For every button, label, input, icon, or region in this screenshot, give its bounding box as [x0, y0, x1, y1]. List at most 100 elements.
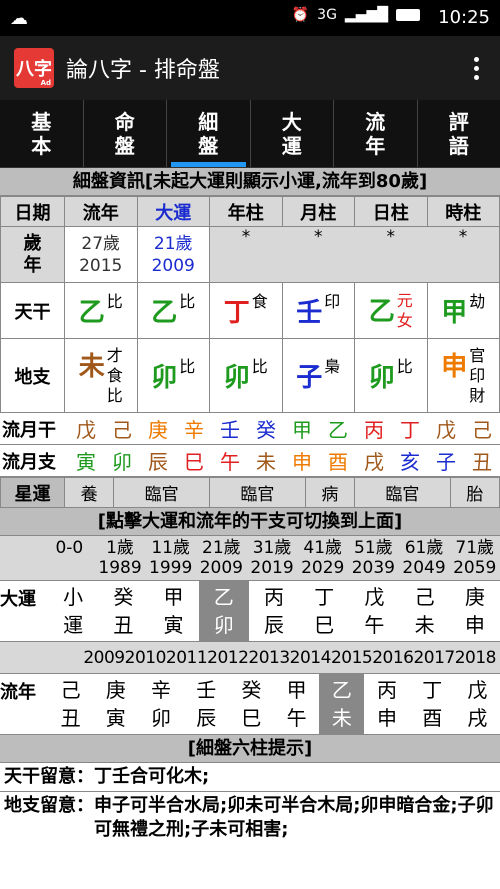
tiangan-tenGod: 食: [251, 292, 268, 311]
col-month: 月柱: [281, 196, 355, 227]
liunian-stem: 己: [60, 678, 81, 702]
dayun-age-cell: 0-0: [44, 536, 95, 580]
liunian-branch: 丑: [60, 706, 81, 730]
tiangan-char: 乙: [78, 298, 105, 328]
tab-bar: 基本 命盤 細盤 大運 流年 評語: [0, 100, 500, 168]
detail-content: 細盤資訊[未起大運則顯示小運,流年到80歲] 日期 流年 大運 年柱 月柱 日柱…: [0, 168, 500, 889]
dayun-year: 2049: [402, 558, 446, 578]
dizhi-cell: 申官 印 財: [426, 338, 500, 413]
liunian-pillar[interactable]: 丙申: [364, 674, 409, 734]
dayun-age-cell: 41歲 2029: [297, 536, 348, 580]
dayun-stem: 庚: [464, 585, 485, 609]
dayun-age-cell: 21歲 2009: [196, 536, 247, 580]
pillar-table: 日期 流年 大運 年柱 月柱 日柱 時柱 歲年 27歲 2015 21歲 2009 …: [0, 196, 500, 413]
col-year: 年柱: [209, 196, 283, 227]
dayun-pillar[interactable]: 丙辰: [249, 581, 299, 641]
dayun-age: 31歲: [252, 538, 292, 558]
app-title: 論八字 - 排命盤: [66, 58, 220, 83]
tab-chart[interactable]: 命盤: [84, 100, 167, 167]
col-hour: 時柱: [426, 196, 500, 227]
xingyun-cell: 病: [304, 477, 355, 508]
xingyun-cell: 胎: [449, 477, 500, 508]
liuyue-zhi-month: 子: [436, 450, 456, 474]
liunian-branch: 午: [286, 706, 307, 730]
liunian-stem: 丁: [422, 678, 443, 702]
liuyue-zhi-row: 流月支 寅卯辰巳午未申酉戌亥子丑: [0, 445, 500, 477]
dayun-stem: 乙: [213, 585, 234, 609]
dayun-stem: 戊: [364, 585, 385, 609]
tab-basic[interactable]: 基本: [0, 100, 84, 167]
xingyun-label: 星運: [0, 477, 65, 508]
liunian-pillar[interactable]: 壬辰: [184, 674, 229, 734]
col-day: 日柱: [354, 196, 428, 227]
dayun-age: 21歲 2009: [136, 226, 210, 283]
dayun-age: 71歲: [455, 538, 495, 558]
dayun-year: 2039: [351, 558, 395, 578]
dayun-age: 21歲: [202, 538, 241, 558]
tiangan-cell: 丁食: [209, 282, 283, 339]
dayun-year: 2009: [199, 558, 243, 578]
tab-detail[interactable]: 細盤: [167, 100, 251, 167]
liunian-pillar[interactable]: 己丑: [48, 674, 93, 734]
dayun-pillar[interactable]: 己未: [400, 581, 450, 641]
tab-dayun[interactable]: 大運: [251, 100, 334, 167]
liuyue-gan-month: 辛: [184, 418, 204, 442]
dayun-pillar[interactable]: 小運: [48, 581, 98, 641]
col-dayun: 大運: [136, 196, 210, 227]
liuyue-gan-label: 流月干: [2, 419, 56, 441]
tiangan-note-text: 丁壬合可化木;: [94, 766, 210, 787]
network-type: 3G: [317, 7, 337, 23]
liuyue-zhi-month: 酉: [328, 450, 348, 474]
dizhi-note: 地支留意： 申子可半合水局;卯未可半合木局;卯申暗合金;子卯可無禮之刑;子未可相害…: [0, 792, 500, 844]
dizhi-tenGod: 梟: [324, 357, 341, 376]
xingyun-cell: 臨官: [353, 477, 451, 508]
dayun-branch: 丑: [113, 613, 134, 637]
dizhi-char: 未: [78, 351, 105, 382]
dayun-pillar[interactable]: 戊午: [349, 581, 399, 641]
tiangan-cell: 乙比: [136, 282, 210, 339]
dayun-year: 2019: [250, 558, 294, 578]
dayun-pillar[interactable]: 乙卯: [198, 581, 249, 641]
dayun-year: 1989: [98, 558, 142, 578]
dayun-age: 11歲: [151, 538, 190, 558]
tiangan-tenGod: 劫: [469, 292, 486, 311]
dayun-pillar[interactable]: 癸丑: [98, 581, 148, 641]
dayun-age-cell: 31歲 2019: [247, 536, 298, 580]
dayun-stem: 癸: [113, 585, 134, 609]
dayun-age-cell: 61歲 2049: [399, 536, 450, 580]
liuyue-gan-month: 丙: [364, 418, 384, 442]
dayun-pillar[interactable]: 甲寅: [148, 581, 198, 641]
dizhi-cell: 卯比: [209, 338, 283, 413]
liunian-pillar[interactable]: 戊戌: [455, 674, 500, 734]
col-liunian: 流年: [64, 196, 138, 227]
dayun-pillar[interactable]: 丁巳: [299, 581, 349, 641]
liunian-pillar[interactable]: 甲午: [274, 674, 319, 734]
dizhi-note-label: 地支留意：: [4, 795, 94, 816]
dayun-branch: 申: [464, 613, 485, 637]
liunian-pillar[interactable]: 乙未: [319, 674, 365, 734]
tiangan-row: 天干 乙比乙比丁食壬印乙元 女甲劫: [0, 282, 500, 339]
liuyue-zhi-month: 丑: [472, 450, 492, 474]
liuyue-zhi-month: 未: [256, 450, 276, 474]
dayun-pillar[interactable]: 庚申: [450, 581, 500, 641]
liunian-pillar[interactable]: 丁酉: [410, 674, 455, 734]
dizhi-tenGod: 比: [396, 357, 413, 376]
dayun-age-cell: 51歲 2039: [348, 536, 399, 580]
dizhi-row: 地支 未才 食 比卯比卯比子梟卯比申官 印 財: [0, 338, 500, 413]
tab-comment[interactable]: 評語: [418, 100, 500, 167]
tab-liunian[interactable]: 流年: [334, 100, 418, 167]
tiangan-cell: 甲劫: [426, 282, 500, 339]
liunian-pillar[interactable]: 庚寅: [93, 674, 138, 734]
overflow-menu-icon[interactable]: [466, 56, 486, 80]
dayun-stem: 丁: [314, 585, 335, 609]
liuyue-gan-row: 流月干 戊己庚辛壬癸甲乙丙丁戊己: [0, 413, 500, 445]
liunian-pillar[interactable]: 辛卯: [138, 674, 183, 734]
liunian-pillar[interactable]: 癸巳: [229, 674, 274, 734]
dizhi-note-text: 申子可半合水局;卯未可半合木局;卯申暗合金;子卯可無禮之刑;子未可相害;: [94, 795, 494, 840]
xingyun-cell: 養: [63, 477, 115, 508]
liuyue-zhi-month: 申: [292, 450, 312, 474]
liunian-branch: 酉: [422, 706, 443, 730]
liuyue-gan-month: 戊: [436, 418, 456, 442]
liunian-branch: 寅: [105, 706, 126, 730]
liunian-branch: 未: [331, 706, 352, 730]
